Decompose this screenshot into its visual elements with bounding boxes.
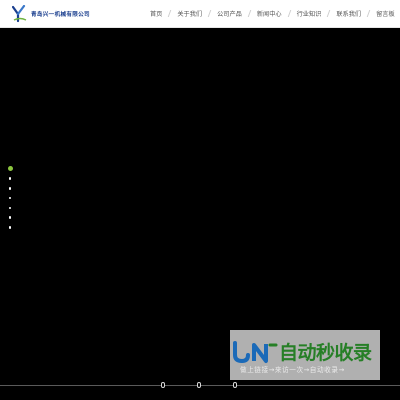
logo-mark-icon xyxy=(12,5,27,23)
slider-dot-4[interactable] xyxy=(8,196,12,200)
timeline-marker-1[interactable] xyxy=(161,382,165,388)
slider-dot-5[interactable] xyxy=(8,206,12,210)
nav-separator xyxy=(287,10,291,17)
nav-item-contact[interactable]: 联系我们 xyxy=(336,9,361,18)
nav-item-news[interactable]: 新闻中心 xyxy=(257,9,282,18)
site-header: 青岛兴一机械有限公司 首页 关于我们 公司产品 新闻中心 行业知识 联系我们 留… xyxy=(0,0,400,28)
timeline-marker-3[interactable] xyxy=(233,382,237,388)
nav-separator xyxy=(247,10,252,17)
nav-item-knowledge[interactable]: 行业知识 xyxy=(297,9,322,18)
watermark-title: 自动秒收录 xyxy=(279,342,372,364)
slider-dot-7[interactable] xyxy=(8,226,12,229)
slider-dot-3[interactable] xyxy=(8,186,12,190)
watermark-subtitle: 做上链接→来访一次→自动收录→ xyxy=(240,366,345,374)
slider-dot-1[interactable] xyxy=(7,166,13,171)
slider-dot-6[interactable] xyxy=(8,216,12,219)
nav-item-home[interactable]: 首页 xyxy=(150,9,162,18)
nav-separator xyxy=(327,10,331,17)
company-logo[interactable]: 青岛兴一机械有限公司 xyxy=(12,3,90,25)
nav-item-guestbook[interactable]: 留言板 xyxy=(376,9,395,18)
company-name: 青岛兴一机械有限公司 xyxy=(31,12,90,18)
nav-item-about[interactable]: 关于我们 xyxy=(177,9,202,18)
nav-separator xyxy=(207,10,212,17)
watermark-badge[interactable]: 自动秒收录 做上链接→来访一次→自动收录→ xyxy=(230,330,380,380)
main-nav: 首页 关于我们 公司产品 新闻中心 行业知识 联系我们 留言板 xyxy=(150,0,395,27)
nav-item-products[interactable]: 公司产品 xyxy=(217,9,242,18)
nav-separator xyxy=(168,10,172,17)
slider-dot-2[interactable] xyxy=(8,177,12,180)
watermark-logo-icon xyxy=(233,341,278,364)
nav-separator xyxy=(366,10,371,17)
slider-pagination xyxy=(7,166,13,236)
timeline-marker-2[interactable] xyxy=(197,382,201,388)
